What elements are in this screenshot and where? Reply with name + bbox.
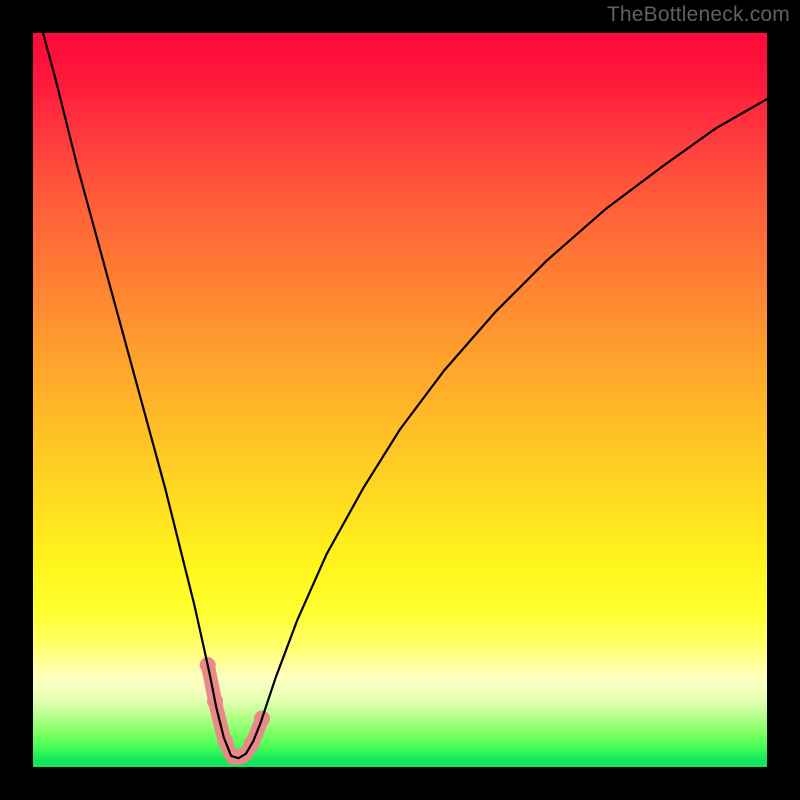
outer-frame: TheBottleneck.com (0, 0, 800, 800)
chart-svg (33, 33, 767, 767)
watermark-text: TheBottleneck.com (607, 3, 790, 27)
plot-area (33, 33, 767, 767)
bottleneck-curve (33, 33, 767, 758)
